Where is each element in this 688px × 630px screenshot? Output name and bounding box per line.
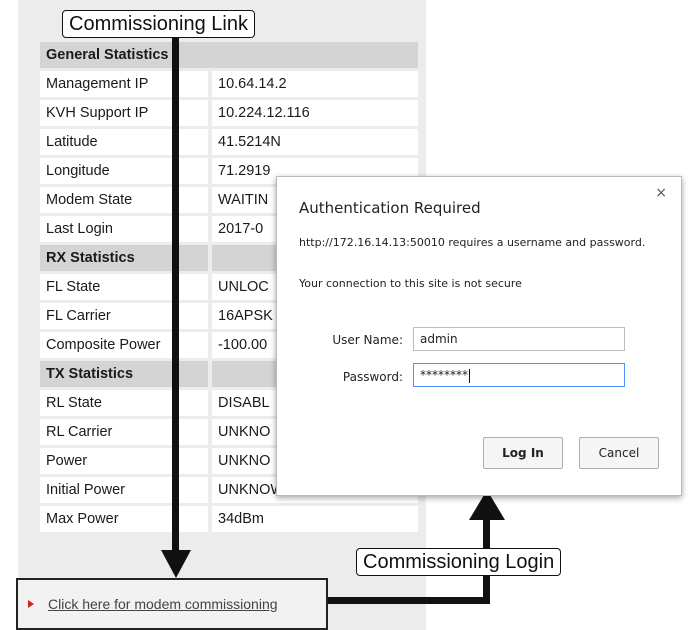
stats-key: RX Statistics [40,245,208,271]
commissioning-link[interactable]: Click here for modem commissioning [48,596,278,612]
stats-key: Power [40,448,208,474]
stats-key: FL State [40,274,208,300]
stats-key: General Statistics [40,42,418,68]
commissioning-login-callout: Commissioning Login [356,548,562,576]
stats-key: FL Carrier [40,303,208,329]
stats-value: 34dBm [212,506,418,532]
arrow-shaft-horizontal [328,597,490,604]
stats-key: Longitude [40,158,208,184]
stats-row: Management IP 10.64.14.2 [40,71,418,97]
password-label: Password: [342,370,403,384]
password-field[interactable]: ******** [413,363,625,387]
stats-key: Management IP [40,71,208,97]
cancel-button[interactable]: Cancel [579,437,659,469]
close-icon[interactable]: × [655,185,667,201]
stats-key: Max Power [40,506,208,532]
security-note: Your connection to this site is not secu… [299,277,522,290]
dialog-title: Authentication Required [299,199,481,217]
stats-row: Max Power 34dBm [40,506,418,532]
stats-value: 10.224.12.116 [212,100,418,126]
stats-key: Last Login [40,216,208,242]
stats-value: 41.5214N [212,129,418,155]
stats-key: TX Statistics [40,361,208,387]
stats-key: Modem State [40,187,208,213]
commissioning-link-box: Click here for modem commissioning [16,578,328,630]
stats-key: KVH Support IP [40,100,208,126]
username-label: User Name: [332,333,403,347]
stats-key: RL Carrier [40,419,208,445]
stats-value: 10.64.14.2 [212,71,418,97]
stats-row: Latitude 41.5214N [40,129,418,155]
log-in-button[interactable]: Log In [483,437,563,469]
stats-key: RL State [40,390,208,416]
stats-section-header: General Statistics [40,42,418,68]
text-cursor [469,368,470,383]
stats-key: Initial Power [40,477,208,503]
commissioning-link-callout: Commissioning Link [62,10,255,38]
username-field[interactable]: admin [413,327,625,351]
password-value: ******** [420,368,468,382]
arrow-head-down-icon [161,550,191,578]
dialog-message: http://172.16.14.13:50010 requires a use… [299,236,646,249]
stats-key: Composite Power [40,332,208,358]
arrow-shaft-down [172,36,179,561]
link-bullet-icon [28,600,34,608]
stats-row: KVH Support IP 10.224.12.116 [40,100,418,126]
stats-key: Latitude [40,129,208,155]
authentication-dialog: Authentication Required × http://172.16.… [276,176,682,496]
